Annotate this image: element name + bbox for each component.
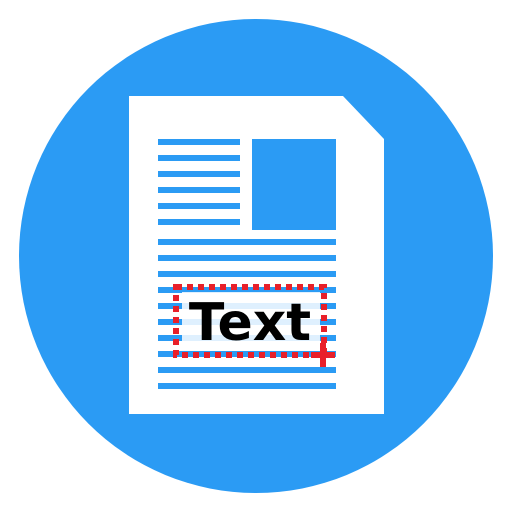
text-line (158, 139, 240, 145)
text-line (158, 255, 336, 261)
text-line (158, 187, 240, 193)
text-line (158, 367, 336, 373)
text-line (158, 171, 240, 177)
text-line (158, 271, 336, 277)
text-line (158, 219, 240, 225)
text-line (158, 155, 240, 161)
document-ocr-icon: Text (19, 19, 493, 493)
image-block (252, 139, 336, 230)
selected-text: Text (189, 293, 311, 353)
text-line (158, 383, 336, 389)
text-line (158, 239, 336, 245)
text-line (158, 203, 240, 209)
app-icon: Text (0, 0, 512, 512)
